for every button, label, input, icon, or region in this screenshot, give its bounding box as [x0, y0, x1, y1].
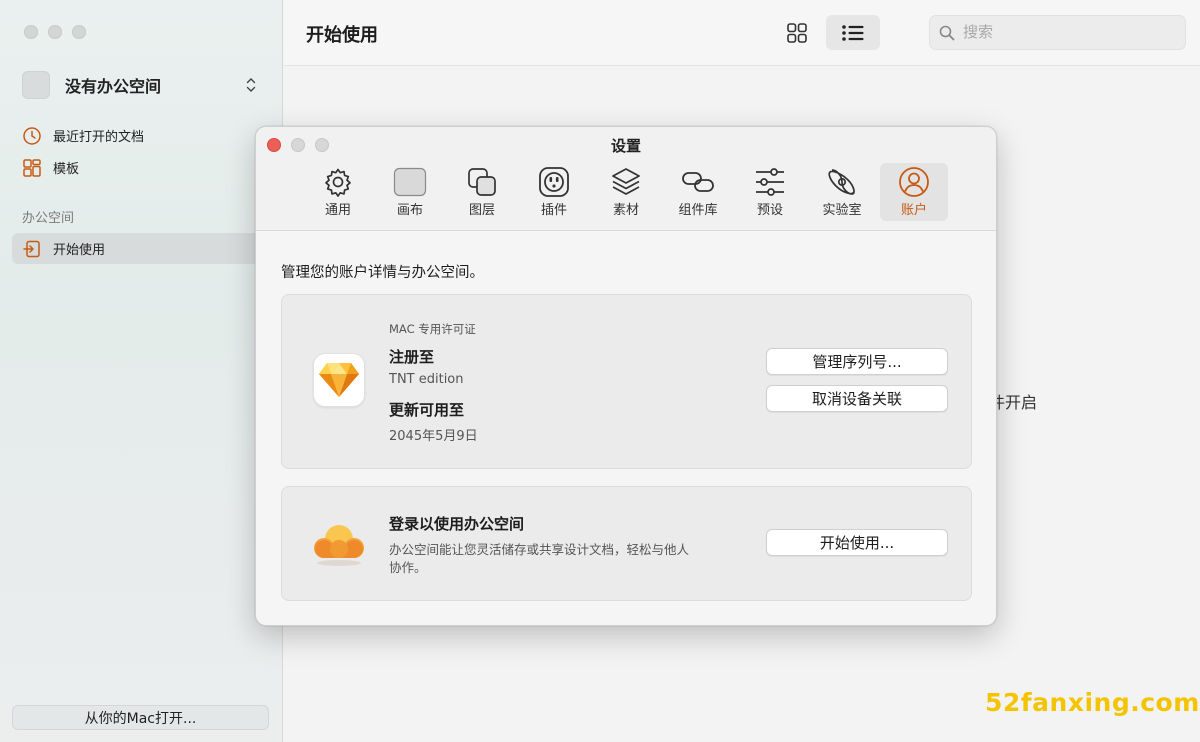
zoom-window-button[interactable] — [72, 25, 86, 39]
updates-value: 2045年5月9日 — [389, 429, 478, 444]
plugin-icon — [537, 165, 571, 199]
settings-tabs: 通用 画布 图层 插件 素材 组件库 预设 实验室 账户 — [256, 163, 996, 223]
close-window-button[interactable] — [24, 25, 38, 39]
tab-assets[interactable]: 素材 — [592, 163, 660, 221]
grid-icon — [787, 22, 807, 43]
atom-icon — [825, 165, 859, 199]
page-title: 开始使用 — [306, 25, 378, 46]
tab-label: 素材 — [612, 203, 639, 218]
tab-label: 组件库 — [678, 203, 718, 218]
sidebar-item-label: 模板 — [53, 162, 80, 177]
tab-label: 图层 — [468, 203, 495, 218]
tab-label: 画布 — [396, 203, 423, 218]
sidebar-item-getting-started[interactable]: 开始使用 — [12, 233, 270, 264]
manage-license-button[interactable]: 管理序列号... — [766, 348, 948, 375]
sidebar-item-recent[interactable]: 最近打开的文档 — [12, 120, 270, 151]
canvas-icon — [393, 165, 427, 199]
list-icon — [842, 24, 864, 41]
unlink-device-button[interactable]: 取消设备关联 — [766, 385, 948, 412]
tab-plugins[interactable]: 插件 — [520, 163, 588, 221]
updates-label: 更新可用至 — [389, 401, 465, 419]
tab-label: 实验室 — [822, 203, 862, 218]
tab-libraries[interactable]: 组件库 — [664, 163, 732, 221]
assets-icon — [609, 165, 643, 199]
sidebar-item-label: 开始使用 — [53, 243, 106, 258]
watermark: 52fanxing.com — [985, 688, 1200, 717]
window-controls — [24, 25, 86, 39]
grid-view-button[interactable] — [770, 15, 824, 50]
sidebar: 没有办公空间 最近打开的文档 模板 办公空间 开始使用 从你的Mac打开... — [0, 0, 283, 742]
workspace-selector[interactable]: 没有办公空间 — [22, 68, 262, 102]
sidebar-section-workspace: 办公空间 — [22, 211, 75, 226]
cloud-icon — [314, 525, 364, 566]
search-input[interactable] — [963, 24, 1163, 41]
workspace-avatar — [22, 71, 50, 99]
registered-label: 注册至 — [389, 348, 435, 366]
tab-label: 插件 — [540, 203, 567, 218]
chevron-updown-icon — [246, 78, 256, 92]
tab-label: 预设 — [756, 203, 783, 218]
main-toolbar: 开始使用 — [284, 0, 1200, 66]
tab-account[interactable]: 账户 — [880, 163, 948, 221]
link-icon — [681, 165, 715, 199]
license-card: MAC 专用许可证 注册至 TNT edition 更新可用至 2045年5月9… — [281, 294, 972, 469]
workspace-title: 登录以使用办公空间 — [389, 515, 525, 533]
search-field[interactable] — [929, 15, 1186, 50]
tab-label: 通用 — [324, 203, 351, 218]
sidebar-item-templates[interactable]: 模板 — [12, 152, 270, 183]
tab-label: 账户 — [900, 203, 927, 218]
sliders-icon — [753, 165, 787, 199]
templates-icon — [22, 158, 42, 178]
workspace-description-line2: 协作。 — [389, 560, 427, 575]
get-started-button[interactable]: 开始使用... — [766, 529, 948, 556]
sketch-app-icon — [313, 353, 365, 407]
tab-general[interactable]: 通用 — [304, 163, 372, 221]
account-description: 管理您的账户详情与办公空间。 — [281, 265, 484, 281]
dialog-toolbar: 设置 通用 画布 图层 插件 素材 组件库 预设 实验室 账户 — [256, 127, 996, 231]
clock-icon — [22, 126, 42, 146]
dialog-title: 设置 — [610, 137, 641, 155]
sidebar-item-label: 最近打开的文档 — [53, 130, 145, 145]
search-icon — [939, 25, 955, 40]
license-heading: MAC 专用许可证 — [389, 322, 476, 336]
getting-started-icon — [22, 239, 42, 259]
settings-dialog: 设置 通用 画布 图层 插件 素材 组件库 预设 实验室 账户 管理您的账户详情… — [255, 126, 997, 626]
layers-icon — [465, 165, 499, 199]
minimize-window-button[interactable] — [48, 25, 62, 39]
tab-labs[interactable]: 实验室 — [808, 163, 876, 221]
tab-canvas[interactable]: 画布 — [376, 163, 444, 221]
gear-icon — [321, 165, 355, 199]
workspace-description-line1: 办公空间能让您灵活储存或共享设计文档，轻松与他人 — [389, 542, 690, 557]
workspace-label: 没有办公空间 — [65, 77, 162, 96]
account-icon — [897, 165, 931, 199]
registered-value: TNT edition — [389, 372, 464, 387]
list-view-button[interactable] — [826, 15, 880, 50]
tab-presets[interactable]: 预设 — [736, 163, 804, 221]
tab-layers[interactable]: 图层 — [448, 163, 516, 221]
workspace-card: 登录以使用办公空间 办公空间能让您灵活储存或共享设计文档，轻松与他人 协作。 开… — [281, 486, 972, 601]
open-from-mac-button[interactable]: 从你的Mac打开... — [12, 705, 269, 730]
